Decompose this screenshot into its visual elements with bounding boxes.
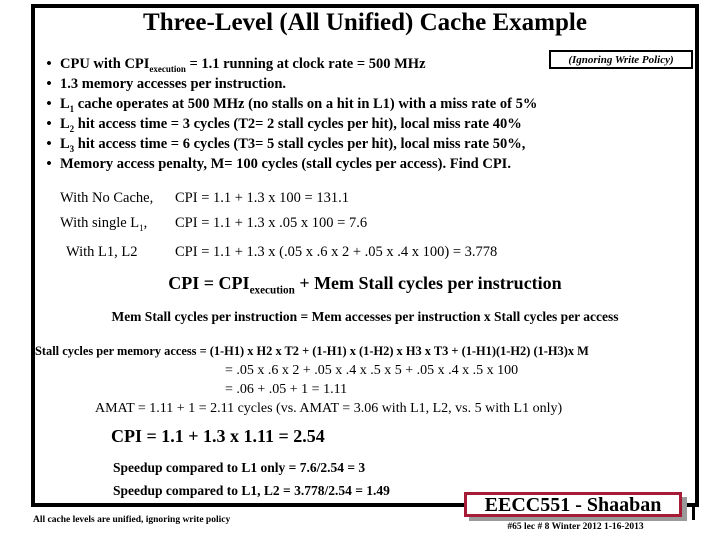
write-policy-callout: (Ignoring Write Policy) <box>549 50 693 69</box>
mem-stall-formula: Mem Stall cycles per instruction = Mem a… <box>111 309 619 324</box>
write-policy-label: (Ignoring Write Policy) <box>568 53 674 66</box>
unified-cache-footnote: All cache levels are unified, ignoring w… <box>33 515 231 525</box>
bullet-dot-icon: • <box>46 96 52 112</box>
single-l1-value: CPI = 1.1 + 1.3 x .05 x 100 = 7.6 <box>175 215 368 231</box>
bullet-text: 1.3 memory accesses per instruction. <box>60 76 287 92</box>
page-title: Three-Level (All Unified) Cache Example <box>143 9 587 36</box>
l1-l2-value: CPI = 1.1 + 1.3 x (.05 x .6 x 2 + .05 x … <box>175 244 498 260</box>
bullet-item-cpu-cpi: • CPU with CPIexecution = 1.1 running at… <box>38 54 558 74</box>
bullet-dot-icon: • <box>46 156 52 172</box>
stall-cycles-substitution: = .05 x .6 x 2 + .05 x .4 x .5 x 5 + .05… <box>225 363 519 378</box>
l1-l2-label: With L1, L2 <box>66 244 138 260</box>
amat-result: AMAT = 1.11 + 1 = 2.11 cycles (vs. AMAT … <box>95 401 563 416</box>
bullet-text: L2 hit access time = 3 cycles (T2= 2 sta… <box>60 116 522 134</box>
bullet-text: L1 cache operates at 500 MHz (no stalls … <box>60 96 538 114</box>
no-cache-label: With No Cache, <box>60 190 154 206</box>
cpi-definition-formula: CPI = CPIexecution + Mem Stall cycles pe… <box>168 273 562 297</box>
bullet-dot-icon: • <box>46 76 52 92</box>
bullet-item-memory-penalty: • Memory access penalty, M= 100 cycles (… <box>38 154 558 174</box>
course-badge: EECC551 - Shaaban <box>464 492 682 517</box>
badge-connector-right-vertical <box>692 503 695 520</box>
course-badge-label: EECC551 - Shaaban <box>484 493 662 516</box>
bullet-text: CPU with CPIexecution = 1.1 running at c… <box>60 56 426 74</box>
speedup-vs-l1-l2: Speedup compared to L1, L2 = 3.778/2.54 … <box>113 483 390 498</box>
bullet-dot-icon: • <box>46 116 52 132</box>
bullet-list: • CPU with CPIexecution = 1.1 running at… <box>38 54 558 174</box>
bullet-item-l1-cache: • L1 cache operates at 500 MHz (no stall… <box>38 94 558 114</box>
bullet-item-l2-cache: • L2 hit access time = 3 cycles (T2= 2 s… <box>38 114 558 134</box>
course-badge-container: EECC551 - Shaaban <box>454 492 695 521</box>
no-cache-value: CPI = 1.1 + 1.3 x 100 = 131.1 <box>175 190 349 206</box>
bullet-dot-icon: • <box>46 136 52 152</box>
final-cpi-result: CPI = 1.1 + 1.3 x 1.11 = 2.54 <box>111 426 325 446</box>
bullet-item-mem-accesses: • 1.3 memory accesses per instruction. <box>38 74 558 94</box>
stall-cycles-formula: Stall cycles per memory access = (1-H1) … <box>35 344 589 358</box>
bullet-text: L3 hit access time = 6 cycles (T3= 5 sta… <box>60 136 526 154</box>
speedup-vs-l1-only: Speedup compared to L1 only = 7.6/2.54 =… <box>113 460 366 475</box>
bullet-item-l3-cache: • L3 hit access time = 6 cycles (T3= 5 s… <box>38 134 558 154</box>
bullet-text: Memory access penalty, M= 100 cycles (st… <box>60 156 511 172</box>
bullet-dot-icon: • <box>46 56 52 72</box>
single-l1-label: With single L1, <box>60 215 148 233</box>
stall-cycles-result: = .06 + .05 + 1 = 1.11 <box>225 382 348 397</box>
slide-meta-footer: #65 lec # 8 Winter 2012 1-16-2013 <box>507 522 644 532</box>
